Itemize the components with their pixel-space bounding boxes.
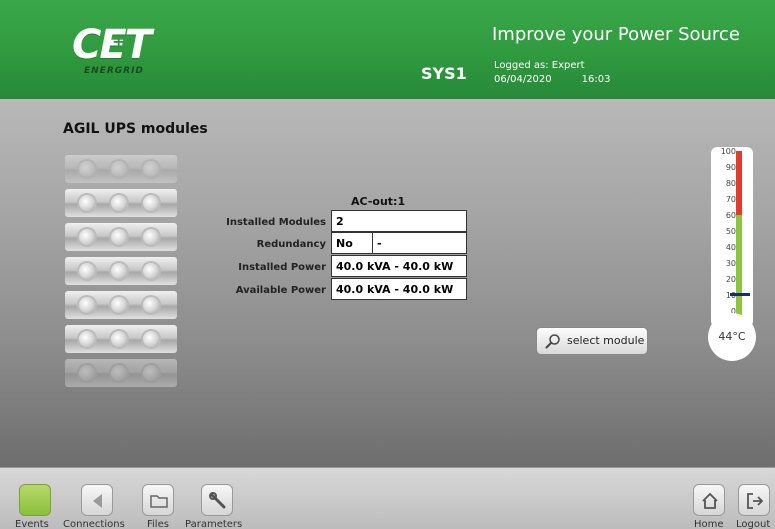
cet-logo: CET + ENERGRID [72,22,182,82]
temperature-gauge: 100 90 80 70 60 50 40 30 20 10 0 44°C [708,147,758,365]
parameters-label[interactable]: Parameters [185,519,242,529]
module-knob-icon [79,365,95,381]
home-icon [702,492,718,509]
module-knob-icon [79,263,95,279]
module-slot[interactable] [65,291,177,319]
time-label: 16:03 [581,74,611,85]
tick-label: 60 [725,211,736,220]
folder-icon [150,495,168,508]
module-knob-icon [79,229,95,245]
ac-out-title: AC-out:1 [351,195,406,208]
available-power-value: 40.0 kVA - 40.0 kW [331,278,467,300]
redundancy-extra: - [372,232,467,254]
tick-label: 20 [725,275,736,284]
module-knob-icon [79,331,95,347]
tick-label: 80 [725,179,736,188]
module-knob-icon [79,161,95,177]
temperature-reading: 44°C [708,313,756,361]
module-slot[interactable] [65,257,177,285]
installed-power-label: Installed Power [238,262,326,273]
module-knob-icon [111,161,127,177]
files-label[interactable]: Files [147,519,169,529]
select-module-label: select module [567,334,645,347]
redundancy-label: Redundancy [256,239,326,250]
page-title: AGIL UPS modules [63,121,208,137]
module-slot[interactable] [65,223,177,251]
tick-label: 90 [725,163,736,172]
tick-label: 100 [720,147,736,156]
logo-plus-icon: + [112,32,126,51]
tick-label: 50 [725,227,736,236]
tick-label: 70 [725,195,736,204]
logout-label[interactable]: Logout [736,519,770,529]
normal-temp-band [736,215,742,315]
available-power-label: Available Power [235,285,326,296]
wrench-icon [209,492,226,509]
connections-icon [93,494,102,508]
header-bar: CET + ENERGRID SYS1 Improve your Power S… [0,0,775,99]
temperature-marker [730,293,750,296]
redundancy-value: No [331,232,373,254]
logo-subtitle: ENERGRID [84,66,144,76]
thermometer-scale [711,147,753,327]
parameters-button[interactable] [201,484,233,516]
installed-modules-label: Installed Modules [226,217,326,228]
high-temp-band [736,151,742,215]
module-knob-icon [111,229,127,245]
select-module-button[interactable]: select module [536,327,648,355]
module-knob-icon [111,263,127,279]
module-knob-icon [111,331,127,347]
module-knob-icon [111,297,127,313]
tick-label: 40 [725,243,736,252]
tagline: Improve your Power Source [492,24,740,45]
events-button[interactable] [19,484,51,516]
system-name: SYS1 [421,64,467,83]
installed-modules-value: 2 [331,210,467,232]
module-knob-icon [79,195,95,211]
footer-bar: Events Connections Files Parameters Home… [0,467,775,529]
logout-button[interactable] [738,484,770,516]
tick-label: 30 [725,259,736,268]
module-knob-icon [143,297,159,313]
events-label[interactable]: Events [15,519,49,529]
magnifier-icon [545,334,560,349]
module-knob-icon [143,229,159,245]
module-knob-icon [143,331,159,347]
module-knob-icon [143,195,159,211]
home-label[interactable]: Home [694,519,724,529]
logo-text: CET [72,22,152,68]
module-knob-icon [143,161,159,177]
files-button[interactable] [142,484,174,516]
datetime: 06/04/2020 16:03 [494,74,640,85]
module-knob-icon [111,365,127,381]
connections-label[interactable]: Connections [63,519,125,529]
module-knob-icon [79,297,95,313]
module-knob-icon [143,263,159,279]
module-knob-icon [111,195,127,211]
logout-icon [747,493,764,509]
module-slot[interactable] [65,325,177,353]
date-label: 06/04/2020 [494,74,552,85]
logged-as-label: Logged as: Expert [494,60,585,71]
connections-button[interactable] [81,484,113,516]
module-slot[interactable] [65,155,177,183]
home-button[interactable] [693,484,725,516]
main-panel: AGIL UPS modules AC-out:1 Installed Modu… [0,99,775,467]
module-slot[interactable] [65,189,177,217]
installed-power-value: 40.0 kVA - 40.0 kW [331,255,467,277]
module-knob-icon [143,365,159,381]
module-rack [65,155,177,393]
module-slot[interactable] [65,359,177,387]
